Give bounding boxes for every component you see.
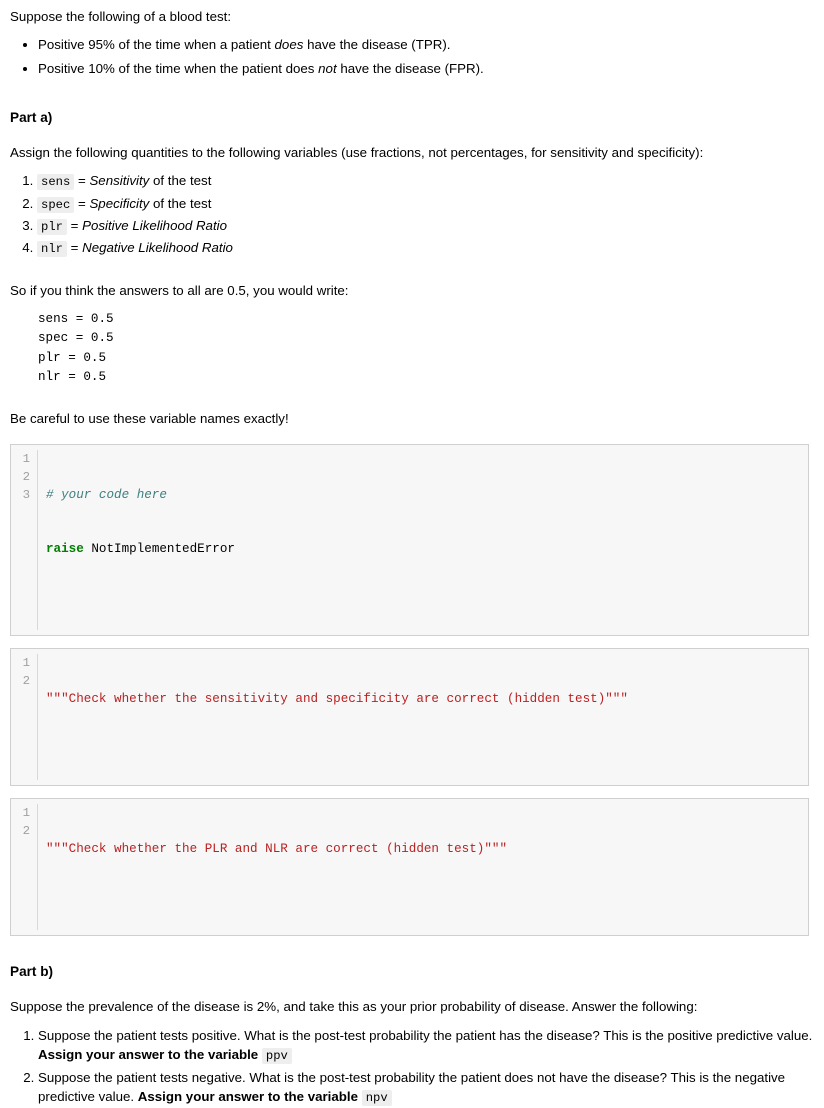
list-item: Positive 95% of the time when a patient … [38, 36, 814, 54]
equals-sign: = [70, 240, 79, 256]
line-number-gutter: 1 2 3 [11, 449, 38, 630]
line-number: 2 [22, 823, 30, 838]
variable-definition-list: sens = Sensitivity of the test spec = Sp… [10, 172, 814, 258]
code-cell-test-plr-nlr[interactable]: 1 2 """Check whether the PLR and NLR are… [10, 797, 809, 936]
code-editor-area[interactable]: """Check whether the sensitivity and spe… [38, 654, 808, 780]
code-cell-answer[interactable]: 1 2 3 # your code here raise NotImplemen… [10, 443, 809, 636]
code-line: # your code here [46, 486, 808, 504]
code-editor-area[interactable]: """Check whether the PLR and NLR are cor… [38, 804, 808, 930]
intro-lead-paragraph: Suppose the following of a blood test: [10, 9, 232, 24]
variable-description: Positive Likelihood Ratio [82, 218, 227, 233]
code-token-docstring: """Check whether the sensitivity and spe… [46, 691, 628, 706]
code-token-docstring: """Check whether the PLR and NLR are cor… [46, 841, 508, 856]
code-line: """Check whether the sensitivity and spe… [46, 690, 808, 708]
line-number: 1 [22, 805, 30, 820]
example-code-block: sens = 0.5 spec = 0.5 plr = 0.5 nlr = 0.… [38, 311, 114, 385]
line-number: 1 [22, 451, 30, 466]
code-token-sens: sens [37, 174, 75, 191]
line-number: 1 [22, 655, 30, 670]
bullet-text-post: have the disease (FPR). [336, 60, 484, 76]
question-text: Suppose the patient tests positive. What… [38, 1028, 813, 1044]
part-b-heading: Part b) [10, 963, 54, 979]
bullet-text-pre: Positive 10% of the time when the patien… [38, 60, 319, 76]
list-item: plr = Positive Likelihood Ratio [37, 217, 814, 235]
list-item: Suppose the patient tests negative. What… [38, 1068, 814, 1108]
bullet-text-pre: Positive 95% of the time when a patient [38, 36, 275, 52]
code-token-nlr: nlr [37, 241, 67, 258]
code-line: raise NotImplementedError [46, 540, 808, 558]
list-item: Positive 10% of the time when the patien… [38, 60, 814, 78]
equals-sign: = [70, 218, 79, 233]
code-token-name: NotImplementedError [83, 541, 235, 556]
line-number-gutter: 1 2 [11, 803, 38, 930]
bullet-text-post: have the disease (TPR). [303, 36, 451, 52]
part-a-instruction: Assign the following quantities to the f… [10, 145, 704, 161]
code-editor-area[interactable]: # your code here raise NotImplementedErr… [38, 450, 808, 630]
question-bold-instruction: Assign your answer to the variable [137, 1089, 358, 1105]
part-b-instruction: Suppose the prevalence of the disease is… [10, 999, 698, 1015]
variable-name-warning: Be careful to use these variable names e… [10, 410, 289, 426]
line-number-gutter: 1 2 [11, 653, 38, 780]
part-b-question-list: Suppose the patient tests positive. What… [10, 1026, 814, 1108]
line-number: 2 [22, 673, 30, 688]
list-item: spec = Specificity of the test [37, 195, 814, 213]
code-line: """Check whether the PLR and NLR are cor… [46, 840, 808, 858]
list-item: sens = Sensitivity of the test [37, 172, 814, 191]
bullet-emphasis: does [274, 36, 304, 52]
line-number: 2 [22, 469, 30, 484]
line-number: 3 [22, 487, 30, 502]
notebook-page: Suppose the following of a blood test: P… [0, 0, 824, 1108]
code-token-npv: npv [361, 1090, 392, 1107]
code-token-keyword: raise [46, 541, 84, 556]
variable-description: Specificity [89, 195, 150, 211]
part-a-heading: Part a) [10, 109, 53, 125]
variable-description: Negative Likelihood Ratio [82, 240, 233, 256]
code-token-spec: spec [37, 196, 75, 213]
test-characteristics-list: Positive 95% of the time when a patient … [10, 36, 814, 78]
code-cell-test-sensitivity-specificity[interactable]: 1 2 """Check whether the sensitivity and… [10, 647, 809, 786]
question-bold-instruction: Assign your answer to the variable [38, 1047, 259, 1063]
bullet-emphasis: not [318, 60, 337, 76]
list-item: Suppose the patient tests positive. What… [38, 1026, 814, 1066]
code-token-plr: plr [37, 219, 67, 235]
equals-sign: = [77, 195, 86, 211]
variable-description-suffix: of the test [149, 195, 212, 211]
code-token-comment: # your code here [46, 487, 167, 502]
variable-description: Sensitivity [89, 173, 150, 189]
list-item: nlr = Negative Likelihood Ratio [37, 239, 814, 258]
variable-description-suffix: of the test [149, 173, 212, 189]
code-token-ppv: ppv [261, 1048, 292, 1065]
equals-sign: = [77, 173, 86, 189]
example-lead-paragraph: So if you think the answers to all are 0… [10, 282, 349, 298]
